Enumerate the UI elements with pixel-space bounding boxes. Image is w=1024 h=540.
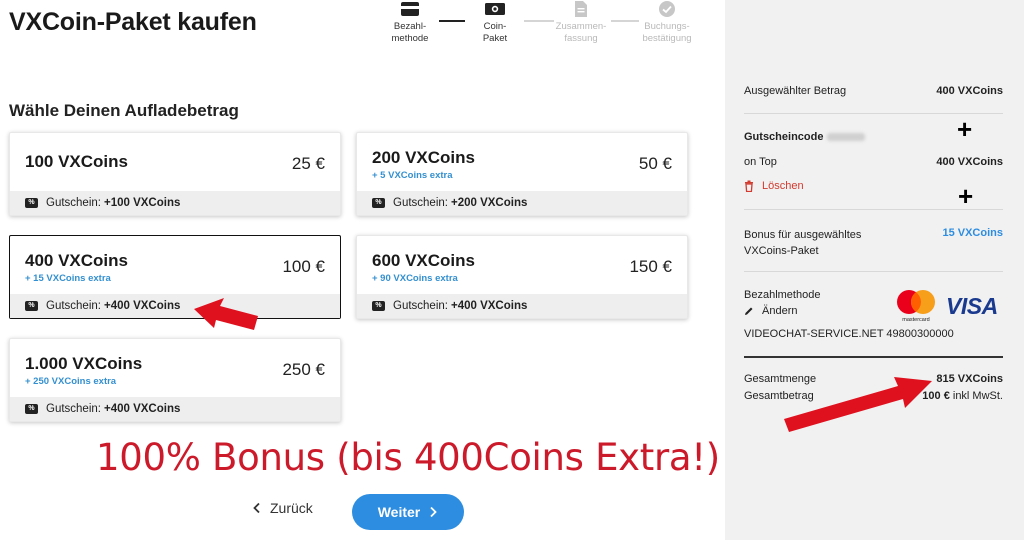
voucher-value: +200 VXCoins bbox=[450, 197, 528, 209]
step-label: Buchungs- bbox=[644, 21, 690, 32]
step-coin-package[interactable]: Coin- Paket bbox=[460, 0, 530, 45]
banknote-icon bbox=[485, 3, 505, 15]
package-voucher: % Gutschein: +400 VXCoins bbox=[10, 294, 340, 318]
divider bbox=[744, 271, 1003, 272]
step-label: fassung bbox=[564, 33, 598, 44]
visa-logo-icon: VISA bbox=[946, 293, 998, 319]
total-price-suffix: inkl MwSt. bbox=[952, 390, 1003, 402]
package-extra: + 250 VXCoins extra bbox=[25, 376, 117, 387]
redacted-code bbox=[827, 133, 866, 142]
package-card-200[interactable]: 200 VXCoins + 5 VXCoins extra 50 € % Gut… bbox=[356, 132, 688, 216]
back-button[interactable]: Zurück bbox=[252, 500, 313, 516]
plus-annotation-icon: + bbox=[958, 181, 974, 211]
divider bbox=[744, 356, 1003, 358]
next-button[interactable]: Weiter bbox=[352, 494, 464, 530]
package-extra: + 5 VXCoins extra bbox=[372, 170, 453, 181]
package-voucher: % Gutschein: +100 VXCoins bbox=[10, 191, 340, 215]
summary-label: Gesamtbetrag bbox=[744, 390, 814, 402]
package-amount: 600 VXCoins bbox=[372, 251, 475, 270]
summary-value: 400 VXCoins bbox=[936, 156, 1003, 168]
voucher-label: Gutschein: bbox=[46, 403, 101, 415]
edit-label: Ändern bbox=[762, 305, 798, 317]
check-circle-icon bbox=[659, 1, 675, 17]
voucher-value: +100 VXCoins bbox=[103, 197, 181, 209]
package-price: 50 € bbox=[638, 154, 672, 173]
summary-label: VXCoins-Paket bbox=[744, 245, 819, 257]
voucher-tag-icon: % bbox=[25, 198, 38, 208]
section-title: Wähle Deinen Aufladebetrag bbox=[9, 101, 239, 120]
package-amount: 200 VXCoins bbox=[372, 148, 475, 167]
package-voucher: % Gutschein: +400 VXCoins bbox=[357, 294, 687, 318]
step-label: Coin- bbox=[483, 21, 507, 32]
summary-value: 815 VXCoins bbox=[936, 373, 1003, 385]
package-amount: 100 VXCoins bbox=[25, 152, 128, 171]
package-price: 150 € bbox=[629, 257, 672, 276]
step-label: methode bbox=[391, 33, 429, 44]
summary-value: 400 VXCoins bbox=[936, 85, 1003, 97]
voucher-tag-icon: % bbox=[372, 198, 385, 208]
order-summary-panel bbox=[725, 0, 1024, 540]
mastercard-text: mastercard bbox=[902, 317, 930, 323]
summary-bonus-row: Bonus für ausgewähltes VXCoins-Paket 15 V… bbox=[744, 227, 1003, 257]
package-card-1000[interactable]: 1.000 VXCoins + 250 VXCoins extra 250 € … bbox=[9, 338, 341, 422]
plus-annotation-icon: + bbox=[957, 114, 973, 144]
voucher-label: Gutschein: bbox=[46, 300, 101, 312]
package-price: 250 € bbox=[282, 360, 325, 379]
step-label: bestätigung bbox=[642, 33, 692, 44]
chevron-right-icon bbox=[430, 506, 438, 518]
step-summary: Zusammen- fassung bbox=[546, 0, 616, 45]
package-card-100[interactable]: 100 VXCoins 25 € % Gutschein: +100 VXCoi… bbox=[9, 132, 341, 216]
page-title: VXCoin-Paket kaufen bbox=[9, 8, 257, 36]
package-price: 100 € bbox=[282, 257, 325, 276]
summary-value: 15 VXCoins bbox=[942, 227, 1003, 239]
package-extra: + 15 VXCoins extra bbox=[25, 273, 111, 284]
summary-label: Ausgewählter Betrag bbox=[744, 85, 847, 97]
voucher-label: Gutschein: bbox=[393, 197, 448, 209]
step-label: Bezahl- bbox=[393, 21, 427, 32]
summary-label: Bonus für ausgewähltes bbox=[744, 229, 862, 241]
merchant-text: VIDEOCHAT-SERVICE.NET 49800300000 bbox=[744, 328, 954, 340]
edit-payment-button[interactable]: Ändern bbox=[744, 305, 797, 317]
card-icon bbox=[401, 2, 419, 16]
package-card-600[interactable]: 600 VXCoins + 90 VXCoins extra 150 € % G… bbox=[356, 235, 688, 319]
summary-label: on Top bbox=[744, 156, 777, 168]
voucher-tag-icon: % bbox=[372, 301, 385, 311]
package-voucher: % Gutschein: +400 VXCoins bbox=[10, 397, 340, 421]
voucher-tag-icon: % bbox=[25, 404, 38, 414]
package-extra: + 90 VXCoins extra bbox=[372, 273, 458, 284]
step-booking-confirmation: Buchungs- bestätigung bbox=[632, 0, 702, 45]
package-card-400[interactable]: 400 VXCoins + 15 VXCoins extra 100 € % G… bbox=[9, 235, 341, 319]
step-payment-method[interactable]: Bezahl- methode bbox=[375, 0, 445, 45]
delete-label: Löschen bbox=[762, 180, 804, 192]
back-button-label: Zurück bbox=[270, 500, 313, 516]
package-voucher: % Gutschein: +200 VXCoins bbox=[357, 191, 687, 215]
step-label: Zusammen- bbox=[555, 21, 607, 32]
package-amount: 400 VXCoins bbox=[25, 251, 128, 270]
chevron-left-icon bbox=[253, 502, 260, 514]
divider bbox=[744, 209, 1003, 210]
voucher-value: +400 VXCoins bbox=[103, 403, 181, 415]
package-price: 25 € bbox=[291, 154, 325, 173]
step-label: Paket bbox=[482, 33, 508, 44]
mastercard-logo-icon: mastercard bbox=[897, 290, 935, 323]
promo-annotation: 100% Bonus (bis 400Coins Extra!) bbox=[96, 436, 720, 479]
trash-icon bbox=[745, 180, 753, 192]
voucher-code-label: Gutscheincode bbox=[744, 131, 824, 143]
voucher-tag-icon: % bbox=[25, 301, 38, 311]
voucher-value: +400 VXCoins bbox=[450, 300, 528, 312]
delete-voucher-button[interactable]: Löschen bbox=[744, 180, 804, 192]
voucher-value: +400 VXCoins bbox=[103, 300, 181, 312]
pencil-icon bbox=[745, 307, 753, 315]
main-panel: VXCoin-Paket kaufen Bezahl- methode Coin… bbox=[0, 0, 725, 540]
voucher-label: Gutschein: bbox=[46, 197, 101, 209]
next-button-label: Weiter bbox=[377, 504, 421, 520]
voucher-label: Gutschein: bbox=[393, 300, 448, 312]
package-amount: 1.000 VXCoins bbox=[25, 354, 143, 373]
summary-label: Gesamtmenge bbox=[744, 373, 817, 385]
total-price-value: 100 € bbox=[922, 390, 950, 402]
summary-label: Bezahlmethode bbox=[744, 289, 821, 301]
document-icon bbox=[575, 1, 587, 17]
